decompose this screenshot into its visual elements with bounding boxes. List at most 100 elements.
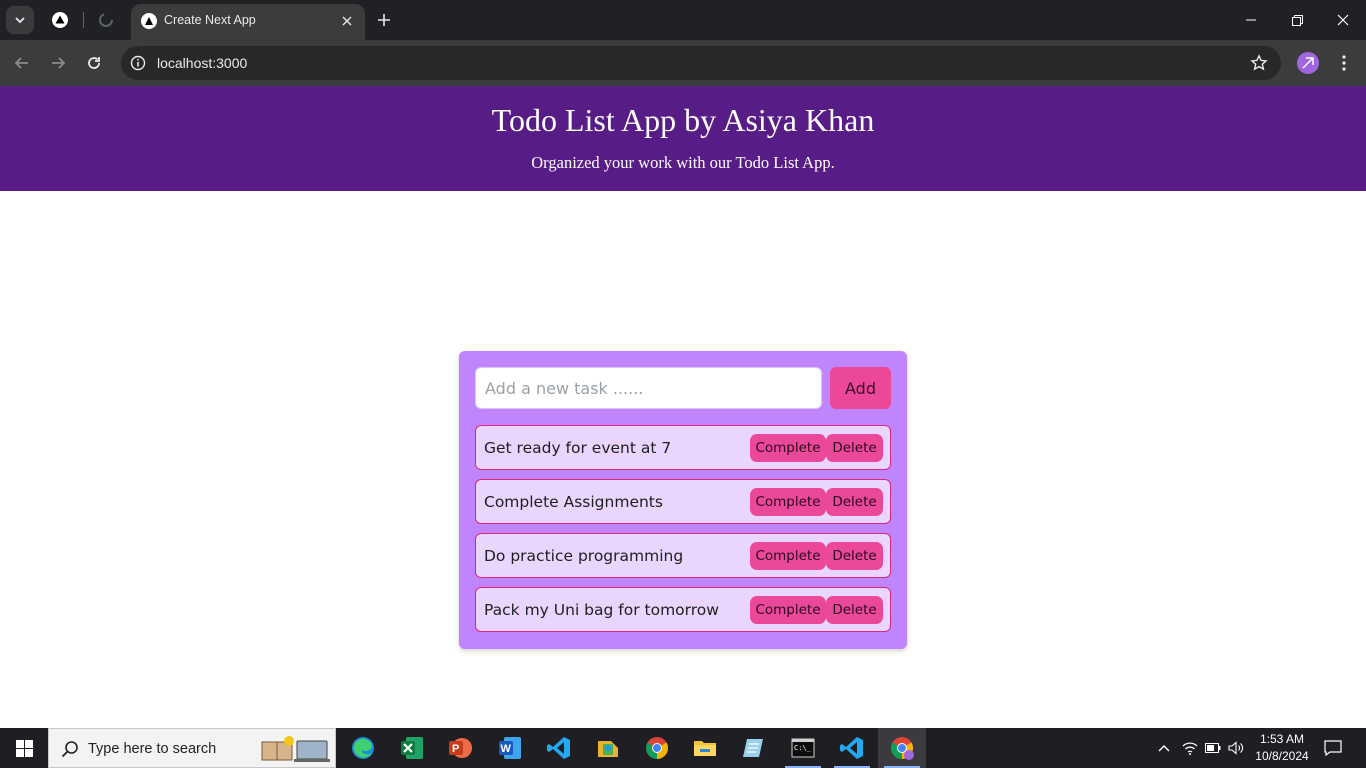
search-highlight-illustration-icon — [261, 736, 330, 762]
tab-search-button[interactable] — [6, 6, 34, 34]
forward-button[interactable] — [44, 49, 72, 77]
battery-button[interactable] — [1203, 728, 1223, 768]
todo-item: Do practice programming Complete Delete — [475, 533, 891, 578]
browser-tab-bar: Create Next App — [0, 0, 1366, 40]
reload-button[interactable] — [80, 49, 108, 77]
edge-icon — [352, 737, 374, 759]
tab-title: Create Next App — [164, 13, 256, 27]
windows-taskbar: Type here to search P W C:\_ 1:53 AM 10/… — [0, 728, 1366, 768]
chevron-down-icon — [15, 17, 25, 24]
todo-text: Pack my Uni bag for tomorrow — [484, 601, 719, 619]
powerpoint-icon: P — [449, 738, 472, 758]
notes-icon — [743, 739, 763, 757]
todo-text: Get ready for event at 7 — [484, 439, 672, 457]
taskbar-search[interactable]: Type here to search — [48, 728, 336, 768]
taskbar-terminal[interactable]: C:\_ — [779, 728, 827, 768]
new-task-input[interactable] — [475, 367, 822, 409]
loading-spinner-icon — [99, 13, 113, 27]
close-window-button[interactable] — [1320, 0, 1366, 40]
taskbar-vscode[interactable] — [535, 728, 583, 768]
active-tab[interactable]: Create Next App — [131, 4, 365, 40]
tab-close-icon[interactable] — [337, 11, 357, 31]
vscode-icon — [547, 737, 570, 759]
file-explorer-icon — [694, 741, 716, 756]
taskbar-photos[interactable] — [584, 728, 632, 768]
profile-avatar-icon[interactable] — [1297, 52, 1319, 74]
notification-icon — [1324, 740, 1342, 756]
delete-button[interactable]: Delete — [826, 596, 883, 624]
chrome-icon — [646, 737, 668, 759]
taskbar-word[interactable]: W — [486, 728, 534, 768]
taskbar-file-explorer[interactable] — [681, 728, 729, 768]
todo-text: Do practice programming — [484, 547, 684, 565]
excel-icon — [401, 737, 423, 759]
minimize-button[interactable] — [1228, 0, 1274, 40]
kebab-menu-icon — [1342, 55, 1346, 71]
taskbar-powerpoint[interactable]: P — [436, 728, 484, 768]
address-bar[interactable]: localhost:3000 — [121, 46, 1281, 80]
windows-logo-icon — [15, 739, 33, 757]
restore-button[interactable] — [1274, 0, 1320, 40]
battery-icon — [1205, 743, 1221, 753]
delete-button[interactable]: Delete — [826, 434, 883, 462]
complete-button[interactable]: Complete — [750, 542, 826, 570]
nextjs-triangle-icon — [52, 12, 68, 28]
word-icon: W — [499, 737, 521, 759]
show-hidden-icons-button[interactable] — [1154, 728, 1174, 768]
terminal-icon: C:\_ — [791, 738, 815, 758]
svg-text:C:\_: C:\_ — [794, 744, 812, 752]
taskbar-vscode-2[interactable] — [828, 728, 876, 768]
taskbar-clock[interactable]: 1:53 AM 10/8/2024 — [1250, 731, 1314, 765]
svg-text:W: W — [501, 743, 512, 755]
chrome-profile-icon — [891, 737, 914, 760]
arrow-left-icon — [14, 57, 28, 69]
new-tab-button[interactable] — [372, 8, 396, 32]
todo-item: Pack my Uni bag for tomorrow Complete De… — [475, 587, 891, 632]
web-page: Todo List App by Asiya Khan Organized yo… — [0, 86, 1366, 728]
taskbar-notes[interactable] — [730, 728, 778, 768]
todo-card: Add Get ready for event at 7 Complete De… — [459, 351, 907, 649]
volume-button[interactable] — [1226, 728, 1246, 768]
search-icon — [61, 741, 78, 758]
pinned-tab-nextjs[interactable] — [46, 6, 74, 34]
complete-button[interactable]: Complete — [750, 596, 826, 624]
site-info-icon[interactable] — [129, 54, 147, 72]
arrow-right-icon — [52, 57, 66, 69]
bookmark-star-icon[interactable] — [1249, 53, 1269, 73]
chevron-up-icon — [1158, 745, 1170, 752]
back-button[interactable] — [8, 49, 36, 77]
page-title: Todo List App by Asiya Khan — [491, 102, 875, 138]
url-text[interactable]: localhost:3000 — [157, 55, 247, 71]
taskbar-edge[interactable] — [339, 728, 387, 768]
browser-toolbar: localhost:3000 — [0, 40, 1366, 86]
delete-button[interactable]: Delete — [826, 488, 883, 516]
complete-button[interactable]: Complete — [750, 488, 826, 516]
photos-icon — [598, 741, 618, 757]
wifi-icon — [1182, 742, 1198, 755]
browser-menu-button[interactable] — [1332, 49, 1356, 77]
reload-icon — [88, 57, 100, 69]
delete-button[interactable]: Delete — [826, 542, 883, 570]
todo-item: Complete Assignments Complete Delete — [475, 479, 891, 524]
svg-text:P: P — [452, 743, 459, 755]
app-header: Todo List App by Asiya Khan Organized yo… — [0, 86, 1366, 191]
network-button[interactable] — [1180, 728, 1200, 768]
tab-separator — [83, 12, 84, 28]
close-icon — [1337, 14, 1349, 26]
notifications-button[interactable] — [1320, 728, 1346, 768]
page-subtitle: Organized your work with our Todo List A… — [531, 153, 835, 172]
speaker-icon — [1228, 741, 1243, 755]
todo-list: Get ready for event at 7 Complete Delete… — [475, 425, 891, 641]
todo-item: Get ready for event at 7 Complete Delete — [475, 425, 891, 470]
nextjs-favicon-icon — [141, 13, 157, 29]
complete-button[interactable]: Complete — [750, 434, 826, 462]
add-task-button[interactable]: Add — [830, 367, 891, 409]
start-button[interactable] — [0, 728, 48, 768]
taskbar-chrome-profile[interactable] — [878, 728, 926, 768]
taskbar-excel[interactable] — [388, 728, 436, 768]
todo-text: Complete Assignments — [484, 493, 663, 511]
minimize-icon — [1246, 19, 1256, 21]
clock-date: 10/8/2024 — [1255, 749, 1309, 763]
taskbar-chrome[interactable] — [633, 728, 681, 768]
pinned-tab-loading[interactable] — [92, 6, 120, 34]
